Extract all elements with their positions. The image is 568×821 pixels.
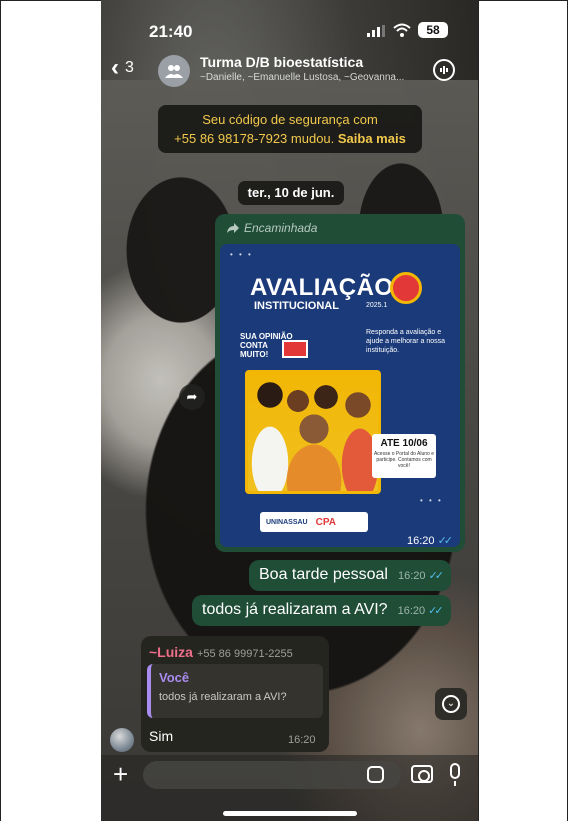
chat-header: ‹ 3 Turma D/B bioestatística ~Danielle, … [101, 48, 478, 92]
outgoing-message[interactable]: Boa tarde pessoal 16:20 ✓✓ [249, 560, 452, 591]
quoted-text: todos já realizaram a AVI? [159, 691, 287, 703]
status-bar: 21:40 58 [101, 0, 478, 46]
group-name[interactable]: Turma D/B bioestatística [200, 54, 363, 70]
poster-year: 2025.1 [366, 302, 388, 309]
forwarded-image-message[interactable]: Encaminhada • • • AVALIAÇÃO INSTITUCIONA… [215, 214, 465, 552]
forwarded-label: Encaminhada [227, 221, 317, 235]
message-time: 16:20 ✓✓ [407, 535, 454, 547]
security-code-notice: Seu código de segurança com +55 86 98178… [158, 105, 422, 153]
message-composer: + [101, 755, 478, 821]
cpa-logo: CPA [315, 516, 336, 528]
message-text: Sim [149, 728, 174, 744]
group-members[interactable]: ~Danielle, ~Emanuelle Lustosa, ~Geovanna… [200, 72, 432, 83]
share-icon[interactable]: ➦ [179, 384, 205, 410]
wifi-icon [393, 23, 411, 37]
poster-call-to-action: Responda a avaliação e ajude a melhorar … [366, 329, 445, 354]
poster-dots-2: • • • [420, 496, 443, 505]
quoted-message[interactable]: Você todos já realizaram a AVI? [147, 664, 323, 718]
read-receipt-icon: ✓✓ [428, 605, 444, 617]
camera-icon[interactable] [411, 765, 433, 783]
signal-icon [367, 25, 385, 37]
clock: 21:40 [149, 22, 193, 41]
uninassau-logo: UNINASSAU [266, 518, 308, 526]
phone-screen: 21:40 58 ‹ 3 Turma D/B bioestatística ~D… [101, 0, 478, 821]
message-text: todos já realizaram a AVI? [202, 601, 388, 618]
chevron-left-icon: ‹ [111, 54, 119, 81]
poster-logos: UNINASSAU CPA [260, 512, 368, 532]
group-icon[interactable] [158, 55, 190, 87]
evaluation-poster-image[interactable]: • • • AVALIAÇÃO INSTITUCIONAL 2025.1 SUA… [220, 244, 460, 547]
message-time: 16:20 ✓✓ [397, 605, 444, 617]
poster-subtitle: INSTITUCIONAL [254, 300, 339, 312]
back-button[interactable]: ‹ 3 [111, 56, 134, 80]
read-receipt-icon: ✓✓ [428, 570, 445, 582]
security-notice-line1: Seu código de segurança com [202, 112, 378, 127]
learn-more-link[interactable]: Saiba mais [338, 131, 406, 146]
message-input[interactable] [143, 761, 401, 789]
sender-phone: +55 86 99971-2255 [196, 648, 293, 660]
scroll-down-icon: ⌄ [442, 695, 460, 713]
incoming-reply-message[interactable]: ~Luiza +55 86 99971-2255 Você todos já re… [141, 636, 329, 752]
date-separator: ter., 10 de jun. [238, 181, 344, 205]
speech-bubble-icon [390, 272, 422, 304]
thumbs-up-icon [282, 340, 308, 358]
scroll-down-button[interactable]: ⌄ [435, 688, 467, 720]
avatar[interactable] [110, 728, 134, 752]
unread-count: 3 [125, 59, 134, 76]
quoted-author: Você [159, 670, 190, 685]
sticker-icon[interactable] [367, 766, 384, 783]
message-time: 16:20 ✓✓ [397, 570, 445, 582]
frame-divider-right [478, 1, 479, 821]
message-text: Boa tarde pessoal [259, 566, 388, 583]
sender-name: ~Luiza +55 86 99971-2255 [149, 644, 293, 660]
mic-icon[interactable] [450, 763, 460, 786]
forward-icon [227, 223, 239, 233]
poster-deadline: ATE 10/06 Acesse o Portal do Aluno e par… [372, 434, 436, 478]
message-time: 16:20 [288, 734, 316, 746]
outgoing-message[interactable]: todos já realizaram a AVI? 16:20 ✓✓ [192, 595, 451, 626]
home-indicator [223, 811, 357, 816]
poster-dots: • • • [230, 250, 253, 259]
voice-call-icon[interactable] [433, 59, 455, 81]
plus-icon[interactable]: + [113, 761, 128, 787]
students-photo [245, 370, 381, 494]
battery-indicator: 58 [418, 22, 448, 38]
read-receipt-icon: ✓✓ [437, 535, 454, 547]
forwarded-text: Encaminhada [244, 221, 318, 235]
security-notice-line2: +55 86 98178-7923 mudou. [174, 131, 335, 146]
poster-title: AVALIAÇÃO [250, 274, 394, 301]
